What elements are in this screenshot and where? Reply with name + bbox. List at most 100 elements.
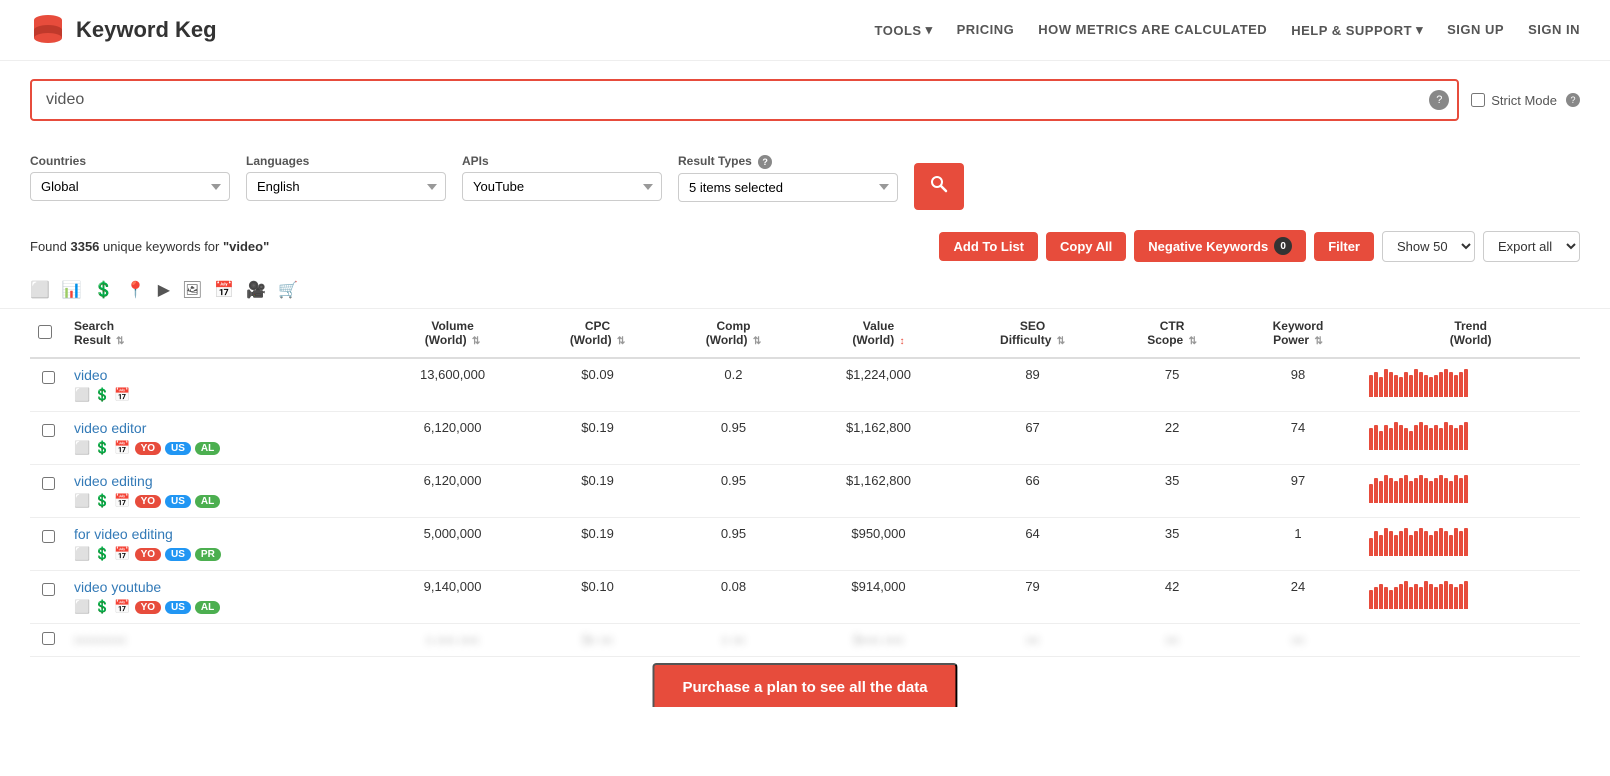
pin-icon[interactable]: 📍: [126, 280, 146, 300]
kw-cal-icon-2[interactable]: 📅: [114, 493, 130, 509]
image-icon[interactable]: 🖼: [182, 280, 202, 300]
copy-all-button[interactable]: Copy All: [1046, 232, 1126, 261]
video-camera-icon[interactable]: 🎥: [246, 280, 266, 300]
logo-icon: [30, 12, 66, 48]
kw-dollar-icon-2[interactable]: 💲: [94, 493, 110, 509]
kw-dollar-icon-4[interactable]: 💲: [94, 599, 110, 615]
purchase-banner: Purchase a plan to see all the data: [30, 657, 1580, 707]
trend-bar: [1439, 475, 1443, 503]
trend-bar: [1449, 425, 1453, 450]
result-types-select[interactable]: 5 items selected: [678, 173, 898, 202]
nav-metrics[interactable]: HOW METRICS ARE CALCULATED: [1038, 22, 1267, 38]
sort-comp-icon[interactable]: ⇅: [753, 336, 761, 347]
filter-button[interactable]: Filter: [1314, 232, 1374, 261]
apis-select[interactable]: YouTube: [462, 172, 662, 201]
show-select[interactable]: Show 50: [1382, 231, 1475, 262]
kw-dollar-icon-3[interactable]: 💲: [94, 546, 110, 562]
kw-copy-icon-4[interactable]: ⬜: [74, 599, 90, 615]
keyword-badges-1: ⬜ 💲 📅 YOUSAL: [74, 440, 368, 456]
search-button[interactable]: [914, 163, 964, 210]
trend-bar: [1449, 535, 1453, 556]
apis-filter: APIs YouTube: [462, 154, 662, 201]
strict-mode-info-icon[interactable]: ?: [1566, 93, 1580, 107]
kw-cal-icon-1[interactable]: 📅: [114, 440, 130, 456]
sort-kw-power-icon[interactable]: ⇅: [1314, 336, 1322, 347]
cell-4-2: 0.08: [666, 571, 802, 624]
keyword-name-4[interactable]: video youtube: [74, 579, 368, 595]
trend-bar: [1389, 372, 1393, 397]
nav-signin[interactable]: SIGN IN: [1528, 22, 1580, 38]
trend-bar: [1394, 481, 1398, 503]
trend-bar: [1374, 478, 1378, 503]
nav-signup[interactable]: SIGN UP: [1447, 22, 1504, 38]
keyword-name-3[interactable]: for video editing: [74, 526, 368, 542]
trend-bar: [1399, 377, 1403, 397]
cart-icon[interactable]: 🛒: [278, 280, 298, 300]
trend-bar: [1374, 531, 1378, 556]
keyword-name-0[interactable]: video: [74, 367, 368, 383]
strict-mode-checkbox[interactable]: [1471, 93, 1485, 107]
trend-bar: [1449, 372, 1453, 397]
keyword-name-1[interactable]: video editor: [74, 420, 368, 436]
negative-keywords-button[interactable]: Negative Keywords 0: [1134, 230, 1306, 262]
row-checkbox-3[interactable]: [42, 530, 55, 543]
neg-kw-badge: 0: [1274, 237, 1292, 255]
kw-copy-icon-2[interactable]: ⬜: [74, 493, 90, 509]
copy-icon[interactable]: ⬜: [30, 280, 50, 300]
dollar-icon[interactable]: 💲: [94, 280, 114, 300]
export-select[interactable]: Export all: [1483, 231, 1580, 262]
trend-bar: [1404, 581, 1408, 609]
trend-bar: [1404, 372, 1408, 397]
sort-seo-icon[interactable]: ⇅: [1057, 336, 1065, 347]
chart-bar-icon[interactable]: 📊: [62, 280, 82, 300]
sort-search-result-icon[interactable]: ⇅: [116, 336, 124, 347]
nav-tools[interactable]: TOOLS ▾: [875, 22, 933, 38]
cell-3-5: 35: [1110, 518, 1235, 571]
kw-cal-icon-0[interactable]: 📅: [114, 387, 130, 403]
play-icon[interactable]: ▶: [158, 280, 170, 300]
countries-select[interactable]: Global: [30, 172, 230, 201]
trend-bar: [1389, 478, 1393, 503]
trend-bar: [1449, 481, 1453, 503]
keyword-name-2[interactable]: video editing: [74, 473, 368, 489]
row-checkbox-4[interactable]: [42, 583, 55, 596]
languages-select[interactable]: English: [246, 172, 446, 201]
sort-ctr-icon[interactable]: ⇅: [1189, 336, 1197, 347]
select-all-checkbox[interactable]: [38, 325, 52, 339]
trend-bar: [1434, 587, 1438, 609]
add-to-list-button[interactable]: Add To List: [939, 232, 1038, 261]
blurred-checkbox[interactable]: [42, 632, 55, 645]
purchase-plan-button[interactable]: Purchase a plan to see all the data: [652, 663, 957, 707]
sort-cpc-icon[interactable]: ⇅: [617, 336, 625, 347]
kw-copy-icon-1[interactable]: ⬜: [74, 440, 90, 456]
kw-dollar-icon-1[interactable]: 💲: [94, 440, 110, 456]
kw-dollar-icon-0[interactable]: 💲: [94, 387, 110, 403]
nav-help[interactable]: HELP & SUPPORT ▾: [1291, 22, 1423, 38]
cell-4-1: $0.10: [530, 571, 666, 624]
trend-bar: [1464, 528, 1468, 556]
badge-us-2: US: [165, 495, 191, 508]
sort-value-icon[interactable]: ↕: [900, 336, 905, 347]
nav-pricing[interactable]: PRICING: [957, 22, 1015, 38]
kw-copy-icon-3[interactable]: ⬜: [74, 546, 90, 562]
kw-cal-icon-4[interactable]: 📅: [114, 599, 130, 615]
search-input[interactable]: [30, 79, 1459, 121]
kw-copy-icon-0[interactable]: ⬜: [74, 387, 90, 403]
row-checkbox-1[interactable]: [42, 424, 55, 437]
kw-cal-icon-3[interactable]: 📅: [114, 546, 130, 562]
result-types-info-icon[interactable]: ?: [758, 155, 772, 169]
row-checkbox-2[interactable]: [42, 477, 55, 490]
search-help-icon[interactable]: ?: [1429, 90, 1449, 110]
cell-4-4: 79: [956, 571, 1110, 624]
keyword-cell-0: video ⬜ 💲 📅: [74, 367, 368, 403]
table-row: video editor ⬜ 💲 📅 YOUSAL 6,120,000$0.19…: [30, 412, 1580, 465]
keyword-cell-3: for video editing ⬜ 💲 📅 YOUSPR: [74, 526, 368, 562]
trend-bar: [1384, 475, 1388, 503]
brand-logo[interactable]: Keyword Keg: [30, 12, 217, 48]
trend-bar: [1394, 535, 1398, 556]
row-checkbox-0[interactable]: [42, 371, 55, 384]
calendar-icon[interactable]: 📅: [214, 280, 234, 300]
trend-cell-2: [1361, 465, 1580, 518]
sort-volume-icon[interactable]: ⇅: [472, 336, 480, 347]
trend-bar: [1409, 535, 1413, 556]
